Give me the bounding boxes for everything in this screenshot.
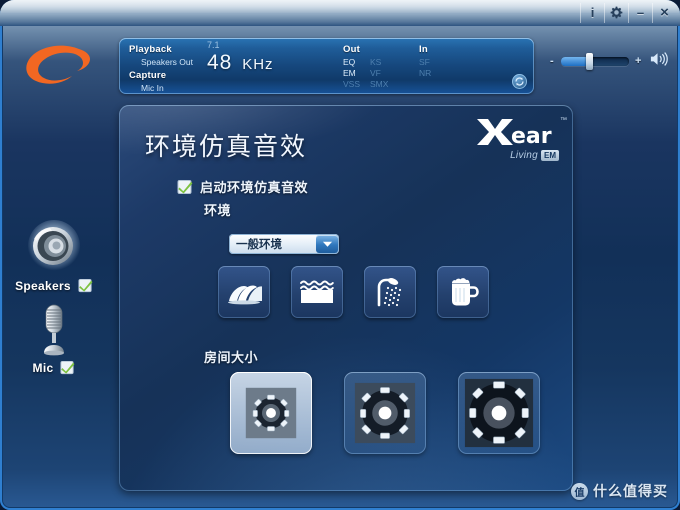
sample-rate-value: 48: [207, 51, 233, 74]
pub-preset[interactable]: [437, 266, 489, 318]
mic-enabled-check[interactable]: [60, 360, 75, 375]
capture-value: Mic In: [141, 83, 164, 93]
enable-effect-label: 启动环境仿真音效: [200, 180, 309, 195]
playback-label: Playback: [129, 44, 172, 55]
speakers-icon-wrap: [6, 218, 102, 276]
out-flag-vf: VF: [370, 68, 381, 78]
in-label: In: [419, 44, 428, 55]
underwater-preset[interactable]: [291, 266, 343, 318]
title-bar: i – ×: [0, 0, 680, 26]
watermark-text: 什么值得买: [593, 484, 668, 500]
room-large-icon: [464, 378, 534, 448]
environment-select[interactable]: 一般环境: [229, 234, 339, 254]
playback-value: Speakers Out: [141, 57, 193, 67]
refresh-icon: [515, 77, 524, 86]
capture-label: Capture: [129, 70, 167, 81]
beer-mug-icon: [452, 278, 479, 306]
channel-count: 7.1: [207, 40, 220, 50]
settings-button[interactable]: [604, 2, 628, 23]
water-waves-icon: [300, 280, 334, 303]
sidebar-item-label: Mic: [32, 360, 54, 375]
in-flag-nr: NR: [419, 68, 432, 78]
page-title: 环境仿真音效: [145, 132, 308, 161]
gear-icon: [610, 6, 623, 19]
out-flag-vss: VSS: [343, 79, 361, 89]
refresh-button[interactable]: [512, 74, 527, 89]
speaker-icon: [650, 51, 668, 66]
volume-slider[interactable]: [560, 52, 630, 70]
volume-control: - +: [548, 50, 668, 72]
close-button[interactable]: ×: [652, 2, 676, 23]
sample-rate-unit: KHz: [242, 56, 274, 73]
watermark-badge: 值: [571, 482, 588, 500]
status-strip: Playback Speakers Out Capture Mic In 7.1…: [119, 38, 534, 94]
arena-preset[interactable]: [218, 266, 270, 318]
check-icon: [177, 179, 193, 194]
environment-label: 环境: [204, 203, 232, 218]
sidebar-item-mic[interactable]: Mic: [6, 300, 102, 375]
window-controls: i – ×: [580, 2, 676, 23]
out-label: Out: [343, 44, 360, 55]
speakers-label-row: Speakers: [6, 278, 102, 293]
check-icon: [60, 360, 75, 375]
svg-text:ear: ear: [511, 124, 552, 147]
speakers-enabled-check[interactable]: [78, 278, 93, 293]
out-flag-smx: SMX: [370, 79, 389, 89]
brand-logo: [18, 40, 110, 92]
room-size-label: 房间大小: [204, 350, 259, 365]
bathroom-preset[interactable]: [364, 266, 416, 318]
sample-rate: 48 KHz: [207, 51, 274, 75]
minimize-button[interactable]: –: [628, 2, 652, 23]
application-window: i – × Playback Speakers Out Capture Mic …: [0, 0, 680, 510]
out-flag-eq: EQ: [343, 57, 356, 67]
info-button[interactable]: i: [580, 2, 604, 23]
environment-presets: [218, 266, 489, 318]
enable-effect-checkbox[interactable]: 启动环境仿真音效: [177, 177, 308, 196]
speaker-device-icon: [28, 220, 80, 272]
xear-logo: ear ™ Living EM: [451, 117, 567, 161]
room-size-options: [230, 372, 540, 454]
out-flag-em: EM: [343, 68, 356, 78]
content-panel: 环境仿真音效 ear ™ Living EM 启动环境仿真音效 环境 一般环境 …: [119, 105, 573, 491]
shower-icon: [377, 278, 402, 307]
room-size-small[interactable]: [230, 372, 312, 454]
microphone-icon: [44, 304, 64, 356]
environment-select-toggle[interactable]: [316, 235, 338, 253]
mic-label-row: Mic: [6, 360, 102, 375]
room-small-icon: [245, 387, 297, 439]
room-medium-icon: [354, 382, 416, 444]
chevron-down-icon: [322, 241, 332, 247]
close-icon: ×: [660, 4, 669, 21]
sidebar-item-label: Speakers: [15, 278, 71, 293]
volume-decrease-label[interactable]: -: [548, 55, 556, 67]
cmedia-logo-icon: [26, 45, 91, 84]
in-flag-sf: SF: [419, 57, 430, 67]
info-icon: i: [590, 5, 595, 20]
out-flag-ks: KS: [370, 57, 382, 67]
xear-wordmark: ear ™: [475, 117, 567, 152]
mic-icon-wrap: [6, 300, 102, 358]
room-size-large[interactable]: [458, 372, 540, 454]
trademark-mark: ™: [560, 117, 567, 124]
title-bar-sheen: [0, 0, 680, 13]
arena-icon: [228, 285, 262, 305]
xear-logo-icon: ear: [477, 119, 552, 149]
volume-knob[interactable]: [585, 52, 593, 70]
room-size-medium[interactable]: [344, 372, 426, 454]
sidebar-item-speakers[interactable]: Speakers: [6, 218, 102, 293]
minimize-icon: –: [636, 5, 645, 20]
check-icon: [78, 278, 93, 293]
watermark: 值 什么值得买: [571, 481, 668, 501]
volume-increase-label[interactable]: +: [634, 55, 642, 67]
environment-select-value: 一般环境: [236, 237, 282, 251]
mute-toggle[interactable]: [649, 51, 668, 72]
